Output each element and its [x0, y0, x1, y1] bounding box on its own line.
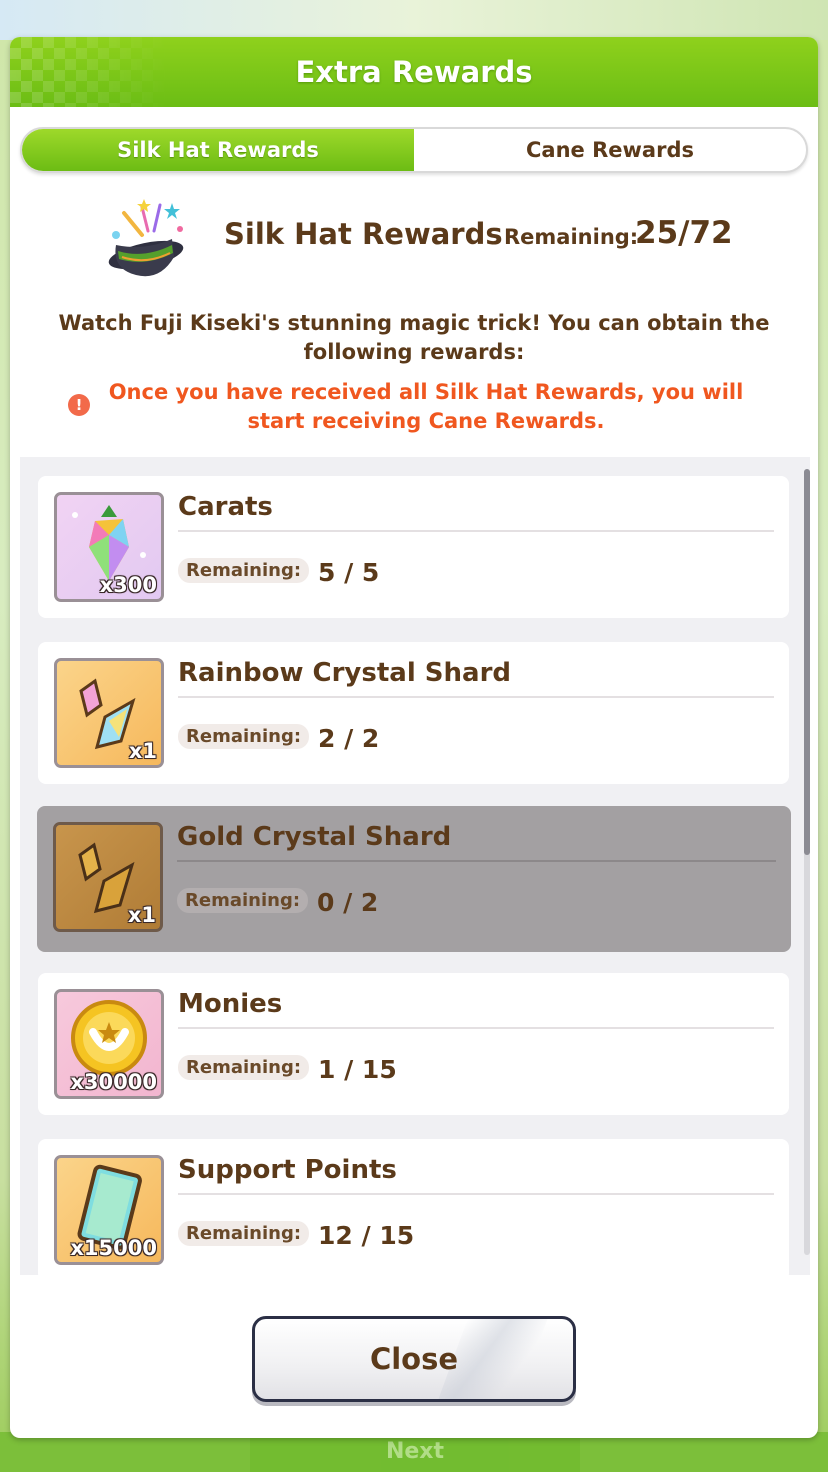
extra-rewards-dialog: Extra Rewards Silk Hat Rewards Cane Rewa… — [10, 37, 818, 1438]
divider — [178, 1193, 774, 1195]
divider — [177, 860, 776, 862]
remaining-value: 12 / 15 — [318, 1221, 415, 1250]
summary: Silk Hat Rewards Remaining: 25/72 — [10, 195, 818, 285]
tab-silk-hat-rewards[interactable]: Silk Hat Rewards — [22, 129, 414, 171]
scrollbar-thumb[interactable] — [804, 469, 810, 855]
reward-quantity: x15000 — [70, 1236, 157, 1260]
tab-cane-rewards[interactable]: Cane Rewards — [414, 129, 806, 171]
dialog-header: Extra Rewards — [10, 37, 818, 107]
reward-name: Support Points — [178, 1155, 397, 1185]
remaining-label: Remaining: — [177, 888, 309, 913]
support-points-icon: x15000 — [54, 1155, 164, 1265]
warning-text: Once you have received all Silk Hat Rewa… — [108, 380, 744, 433]
monies-coin-icon: x30000 — [54, 989, 164, 1099]
carats-icon: x300 — [54, 492, 164, 602]
reward-name: Gold Crystal Shard — [177, 822, 452, 852]
description: Watch Fuji Kiseki's stunning magic trick… — [58, 311, 770, 364]
divider — [178, 696, 774, 698]
reward-quantity: x1 — [128, 739, 157, 763]
reward-card-gold-crystal-shard: x1 Gold Crystal Shard Remaining: 0 / 2 — [37, 806, 791, 952]
silk-hat-icon — [108, 199, 184, 277]
background-next-button: Next — [250, 1432, 580, 1472]
close-button[interactable]: Close — [252, 1316, 576, 1402]
reward-card-monies: x30000 Monies Remaining: 1 / 15 — [38, 973, 789, 1115]
reward-card-support-points: x15000 Support Points Remaining: 12 / 15 — [38, 1139, 789, 1275]
background-top — [0, 0, 828, 40]
reward-tabs: Silk Hat Rewards Cane Rewards — [20, 127, 808, 173]
reward-name: Carats — [178, 492, 273, 522]
rainbow-crystal-shard-icon: x1 — [54, 658, 164, 768]
divider — [178, 1027, 774, 1029]
rewards-list[interactable]: x300 Carats Remaining: 5 / 5 x1 Rainbow … — [20, 457, 810, 1275]
close-label: Close — [369, 1342, 459, 1376]
reward-quantity: x300 — [99, 573, 157, 597]
reward-quantity: x30000 — [70, 1070, 157, 1094]
alert-icon: ! — [68, 394, 90, 416]
reward-quantity: x1 — [127, 903, 156, 927]
divider — [178, 530, 774, 532]
summary-title: Silk Hat Rewards — [224, 217, 503, 251]
remaining-label: Remaining: — [178, 1055, 310, 1080]
reward-name: Monies — [178, 989, 283, 1019]
dialog-title: Extra Rewards — [295, 55, 533, 89]
remaining-value: 1 / 15 — [318, 1055, 397, 1084]
summary-remaining-label: Remaining: — [504, 225, 639, 249]
gold-crystal-shard-icon: x1 — [53, 822, 163, 932]
remaining-value: 0 / 2 — [317, 888, 379, 917]
reward-card-rainbow-crystal-shard: x1 Rainbow Crystal Shard Remaining: 2 / … — [38, 642, 789, 784]
remaining-value: 5 / 5 — [318, 558, 380, 587]
reward-card-carats: x300 Carats Remaining: 5 / 5 — [38, 476, 789, 618]
header-pattern — [10, 37, 170, 107]
remaining-value: 2 / 2 — [318, 724, 380, 753]
remaining-label: Remaining: — [178, 1221, 310, 1246]
reward-name: Rainbow Crystal Shard — [178, 658, 512, 688]
summary-remaining-value: 25/72 — [635, 215, 733, 251]
list-scrollbar[interactable] — [804, 469, 810, 1255]
remaining-label: Remaining: — [178, 558, 310, 583]
remaining-label: Remaining: — [178, 724, 310, 749]
